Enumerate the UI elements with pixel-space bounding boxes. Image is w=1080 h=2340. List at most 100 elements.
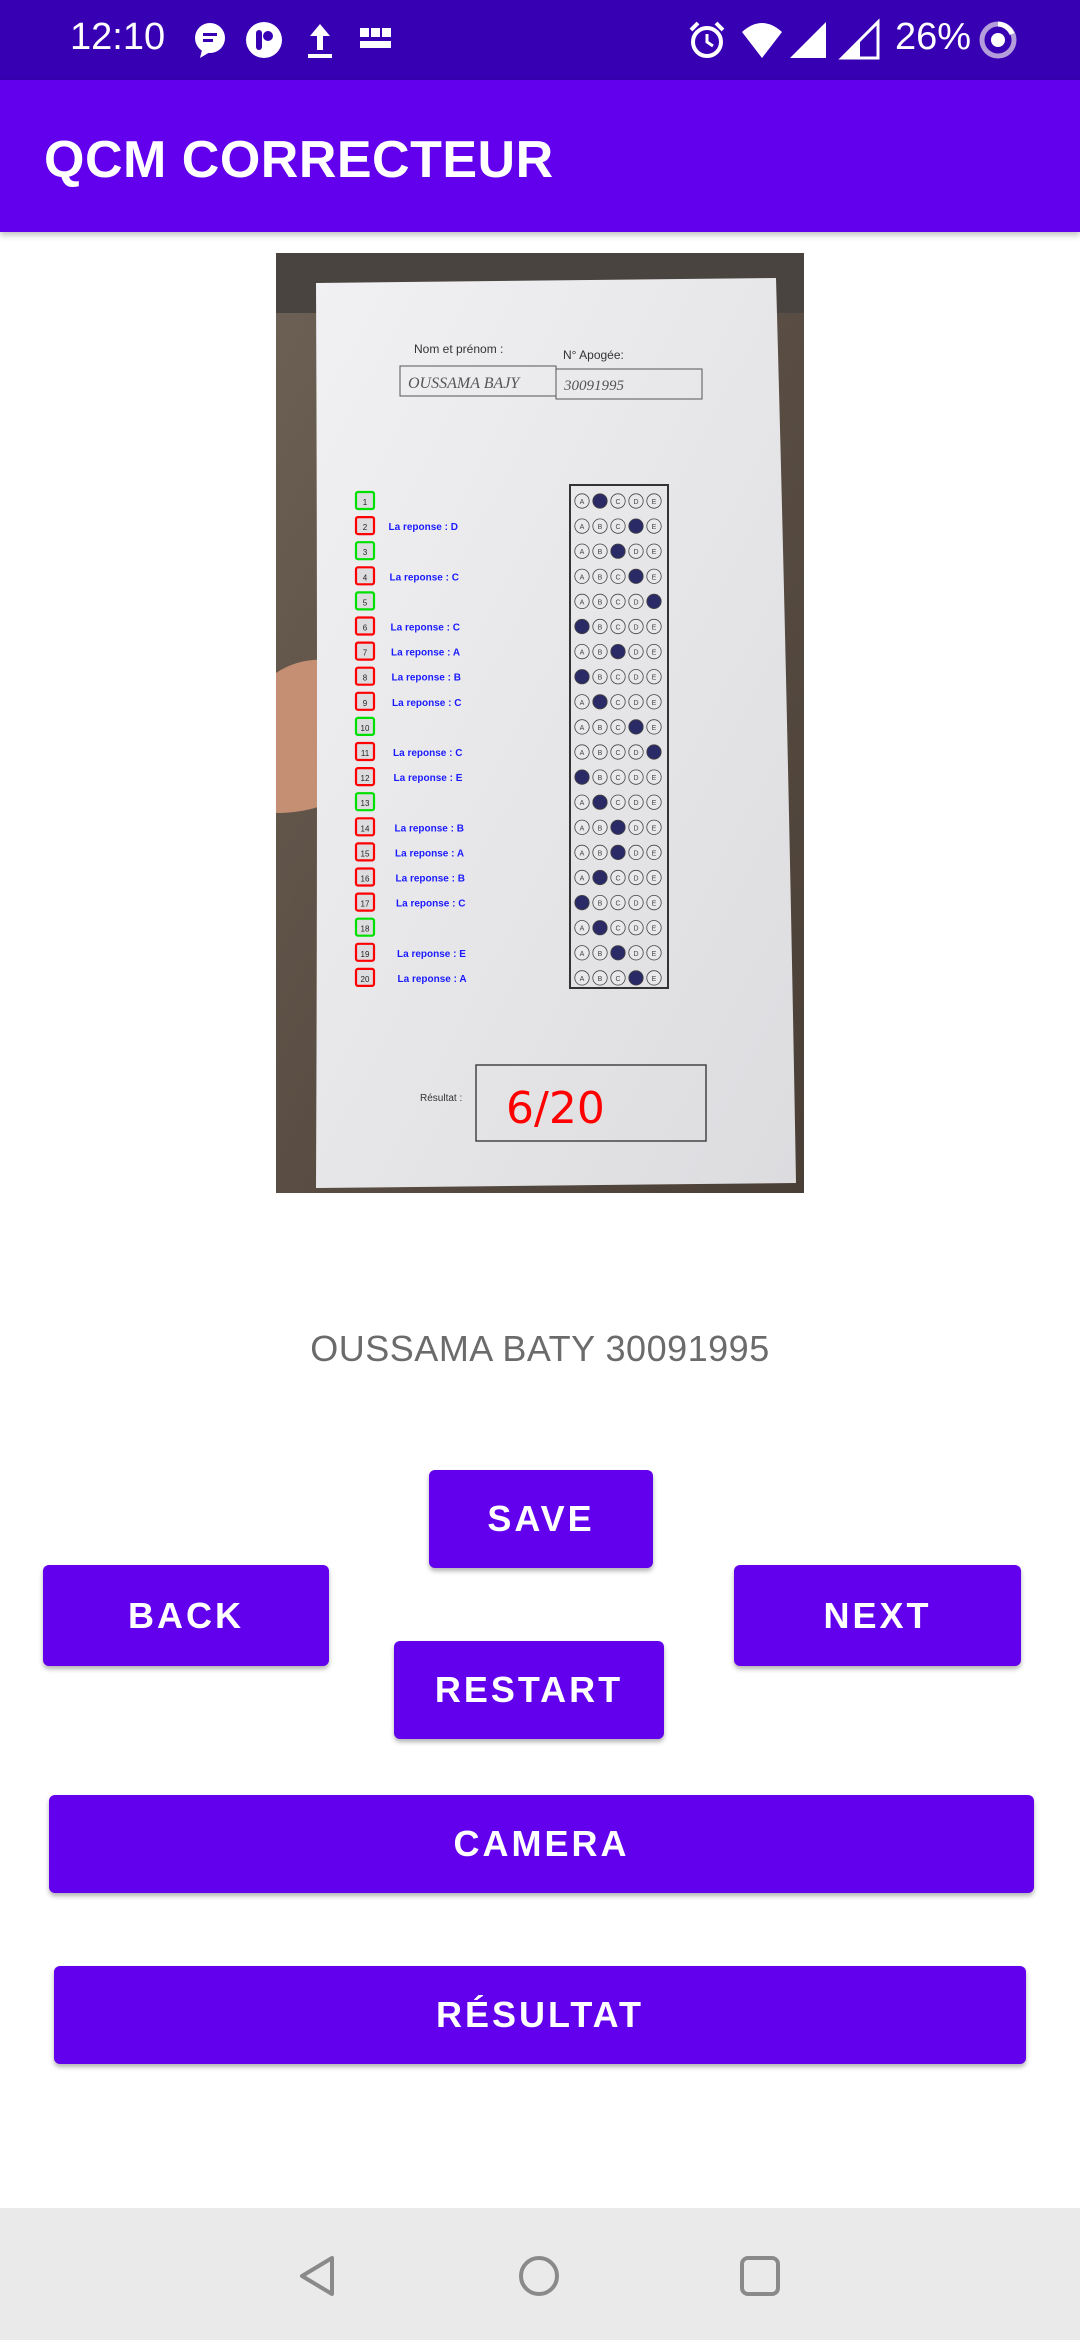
question-number: 5 xyxy=(363,598,368,607)
answer-bubble xyxy=(574,894,590,911)
app-title: QCM CORRECTEUR xyxy=(44,131,554,189)
bubble-letter: B xyxy=(598,850,603,857)
question-number: 11 xyxy=(361,749,370,758)
answer-bubble xyxy=(610,543,626,559)
signal-icon xyxy=(838,18,880,60)
answer-bubble xyxy=(628,568,644,584)
name-label: Nom et prénom : xyxy=(414,342,503,356)
next-button[interactable]: NEXT xyxy=(734,1565,1021,1666)
bubble-letter: C xyxy=(615,625,620,632)
question-number: 19 xyxy=(361,950,370,959)
alarm-icon xyxy=(689,21,725,58)
question-number: 16 xyxy=(361,875,370,884)
bubble-letter: E xyxy=(652,499,657,506)
status-bar: 12:10 26% xyxy=(0,0,1080,80)
bubble-letter: E xyxy=(652,951,657,958)
question-number: 14 xyxy=(361,824,370,833)
apogee-label: N° Apogée: xyxy=(563,348,624,362)
bubble-letter: E xyxy=(652,675,657,682)
correct-answer-label: La reponse : B xyxy=(396,874,465,885)
correct-answer-label: La reponse : B xyxy=(395,823,464,834)
bubble-letter: A xyxy=(580,926,585,933)
bubble-letter: A xyxy=(580,825,585,832)
question-number: 9 xyxy=(363,699,368,708)
answer-bubble xyxy=(610,819,626,835)
bubble-letter: A xyxy=(580,750,585,757)
restart-button[interactable]: RESTART xyxy=(394,1641,664,1739)
bubble-letter: B xyxy=(598,675,603,682)
correct-answer-label: La reponse : E xyxy=(394,773,463,784)
bubble-letter: E xyxy=(652,800,657,807)
bubble-letter: A xyxy=(580,700,585,707)
name-value: OUSSAMA BAJY xyxy=(408,375,521,392)
bubble-letter: C xyxy=(615,926,620,933)
recents-nav-icon[interactable] xyxy=(738,2254,782,2298)
correct-answer-label: La reponse : A xyxy=(398,974,467,985)
bubble-letter: C xyxy=(615,775,620,782)
bubble-letter: B xyxy=(598,976,603,983)
status-time: 12:10 xyxy=(70,16,166,58)
bubble-letter: A xyxy=(580,599,585,606)
result-label: Résultat : xyxy=(420,1093,462,1104)
question-number: 4 xyxy=(363,573,368,582)
bubble-letter: D xyxy=(633,650,638,657)
question-number: 6 xyxy=(363,624,368,633)
resultat-button[interactable]: RÉSULTAT xyxy=(54,1966,1026,2064)
bubble-letter: D xyxy=(633,625,638,632)
correct-answer-label: La reponse : A xyxy=(391,648,460,659)
bubble-letter: C xyxy=(615,876,620,883)
answer-bubble xyxy=(610,945,626,961)
answer-bubble xyxy=(574,669,590,685)
bubble-letter: B xyxy=(598,725,603,732)
bubble-letter: B xyxy=(598,524,603,531)
upload-icon xyxy=(308,24,332,58)
answer-bubble xyxy=(646,744,662,760)
question-number: 2 xyxy=(363,523,368,532)
save-button[interactable]: SAVE xyxy=(429,1470,653,1568)
bubble-letter: C xyxy=(615,574,620,581)
answer-bubble xyxy=(592,694,608,710)
bubble-letter: A xyxy=(580,976,585,983)
correct-answer-label: La reponse : A xyxy=(395,848,464,859)
camera-button[interactable]: CAMERA xyxy=(49,1795,1034,1893)
bubble-letter: B xyxy=(598,750,603,757)
bubble-letter: A xyxy=(580,499,585,506)
bubble-letter: E xyxy=(652,524,657,531)
bubble-letter: B xyxy=(598,650,603,657)
bubble-letter: A xyxy=(580,876,585,883)
bubble-letter: A xyxy=(580,951,585,958)
bubble-letter: E xyxy=(652,901,657,908)
question-number: 15 xyxy=(361,849,370,858)
bubble-letter: E xyxy=(652,650,657,657)
bubble-letter: B xyxy=(598,775,603,782)
bubble-letter: D xyxy=(633,926,638,933)
question-number: 18 xyxy=(361,925,370,934)
bubble-letter: B xyxy=(598,625,603,632)
back-nav-icon[interactable] xyxy=(296,2254,340,2298)
bubble-letter: C xyxy=(615,750,620,757)
bubble-letter: D xyxy=(633,850,638,857)
question-number: 3 xyxy=(363,548,368,557)
correct-answer-label: La reponse : C xyxy=(396,899,465,910)
back-button[interactable]: BACK xyxy=(43,1565,329,1666)
bubble-letter: D xyxy=(633,876,638,883)
bubble-letter: E xyxy=(652,926,657,933)
answer-bubble xyxy=(592,869,608,886)
bubble-letter: B xyxy=(598,549,603,556)
bubble-letter: B xyxy=(598,901,603,908)
question-number: 8 xyxy=(363,674,368,683)
bubble-letter: C xyxy=(615,675,620,682)
answer-bubble xyxy=(610,643,626,660)
question-number: 7 xyxy=(363,649,368,658)
answer-bubble xyxy=(574,769,590,785)
bubble-letter: C xyxy=(615,700,620,707)
home-nav-icon[interactable] xyxy=(517,2254,561,2298)
question-number: 10 xyxy=(361,724,370,733)
bubble-letter: D xyxy=(633,825,638,832)
bubble-letter: D xyxy=(633,675,638,682)
correct-answer-label: La reponse : C xyxy=(392,698,461,709)
bubble-letter: B xyxy=(598,574,603,581)
score-text: 6/20 xyxy=(506,1083,605,1134)
bubble-letter: E xyxy=(652,625,657,632)
correct-answer-label: La reponse : E xyxy=(397,949,466,960)
